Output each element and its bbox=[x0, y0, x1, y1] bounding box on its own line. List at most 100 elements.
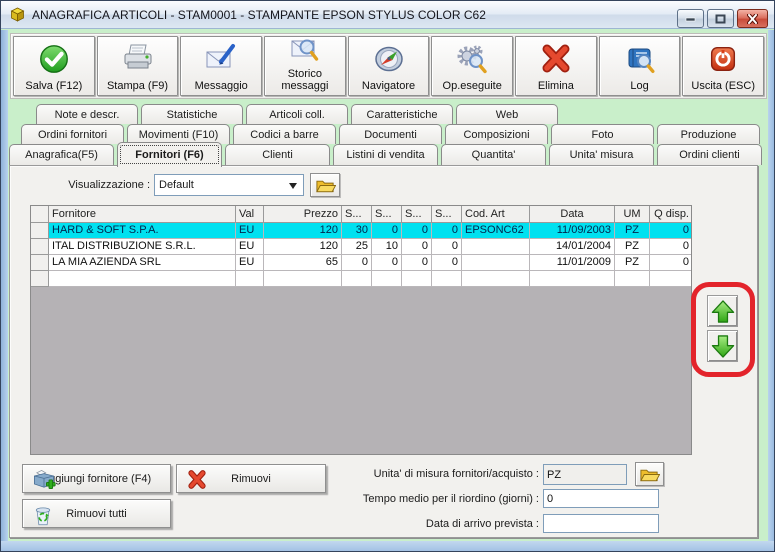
tab-caratteristiche[interactable]: Caratteristiche bbox=[351, 104, 453, 124]
grid-header-cell[interactable]: Q disp. bbox=[650, 206, 691, 223]
tab-articoli-coll[interactable]: Articoli coll. bbox=[246, 104, 348, 124]
unit-of-measure-field[interactable] bbox=[543, 464, 627, 485]
tab-codici-a-barre[interactable]: Codici a barre bbox=[233, 124, 336, 144]
grid-cell[interactable] bbox=[402, 271, 432, 287]
grid-header-cell[interactable]: Cod. Art bbox=[462, 206, 530, 223]
grid-cell[interactable]: 11/09/2003 bbox=[530, 223, 615, 239]
grid-cell[interactable]: EU bbox=[236, 223, 264, 239]
save-button[interactable]: Salva (F12) bbox=[13, 36, 95, 96]
grid-cell[interactable]: 14/01/2004 bbox=[530, 239, 615, 255]
grid-cell[interactable]: PZ bbox=[615, 239, 650, 255]
tab-note-e-descr[interactable]: Note e descr. bbox=[36, 104, 138, 124]
grid-cell[interactable]: LA MIA AZIENDA SRL bbox=[49, 255, 236, 271]
row-selector-cell[interactable] bbox=[31, 223, 49, 239]
unit-folder-button[interactable] bbox=[635, 462, 664, 486]
grid-cell[interactable]: 120 bbox=[264, 239, 342, 255]
grid-cell[interactable]: 120 bbox=[264, 223, 342, 239]
table-row[interactable] bbox=[31, 271, 691, 287]
grid-cell[interactable] bbox=[342, 271, 372, 287]
grid-cell[interactable] bbox=[650, 271, 691, 287]
grid-cell[interactable]: EPSONC62 bbox=[462, 223, 530, 239]
table-row[interactable]: HARD & SOFT S.P.A. EU 120 30 0 0 0 EPSONC62 11/0… bbox=[31, 223, 691, 239]
grid-cell[interactable]: 0 bbox=[402, 255, 432, 271]
grid-cell[interactable]: 25 bbox=[342, 239, 372, 255]
tab-fornitori[interactable]: Fornitori (F6) bbox=[117, 142, 222, 167]
grid-cell[interactable]: 0 bbox=[402, 223, 432, 239]
move-down-button[interactable] bbox=[707, 330, 738, 362]
grid-header-cell[interactable]: Prezzo bbox=[264, 206, 342, 223]
navigator-button[interactable]: Navigatore bbox=[347, 36, 430, 96]
tab-listini-di-vendita[interactable]: Listini di vendita bbox=[333, 144, 438, 165]
reorder-time-field[interactable] bbox=[543, 489, 659, 508]
grid-cell[interactable]: 0 bbox=[650, 239, 691, 255]
remove-all-button[interactable]: Rimuovi tutti bbox=[22, 499, 171, 528]
tab-produzione[interactable]: Produzione bbox=[657, 124, 760, 144]
grid-header-cell[interactable]: UM bbox=[615, 206, 650, 223]
grid-cell[interactable] bbox=[264, 271, 342, 287]
tab-web[interactable]: Web bbox=[456, 104, 558, 124]
grid-cell[interactable]: HARD & SOFT S.P.A. bbox=[49, 223, 236, 239]
grid-cell[interactable]: 0 bbox=[650, 255, 691, 271]
grid-cell[interactable]: PZ bbox=[615, 223, 650, 239]
row-selector-cell[interactable] bbox=[31, 271, 49, 287]
grid-cell[interactable]: 11/01/2009 bbox=[530, 255, 615, 271]
grid-cell[interactable]: 30 bbox=[342, 223, 372, 239]
move-up-button[interactable] bbox=[707, 295, 738, 327]
grid-cell[interactable]: ITAL DISTRIBUZIONE S.R.L. bbox=[49, 239, 236, 255]
tab-foto[interactable]: Foto bbox=[551, 124, 654, 144]
grid-cell[interactable]: EU bbox=[236, 239, 264, 255]
grid-header-cell[interactable]: Fornitore bbox=[49, 206, 236, 223]
exit-button[interactable]: Uscita (ESC) bbox=[682, 36, 765, 96]
grid-cell[interactable] bbox=[615, 271, 650, 287]
grid-cell[interactable] bbox=[462, 239, 530, 255]
grid-cell[interactable]: 65 bbox=[264, 255, 342, 271]
grid-cell[interactable]: 0 bbox=[432, 223, 462, 239]
grid-cell[interactable]: 0 bbox=[650, 223, 691, 239]
visualizzazione-combobox[interactable]: Default bbox=[154, 174, 304, 196]
grid-cell[interactable]: EU bbox=[236, 255, 264, 271]
grid-header-cell[interactable]: S... bbox=[432, 206, 462, 223]
suppliers-table[interactable]: Fornitore Val Prezzo S... S... S... S... Cod. A… bbox=[30, 205, 692, 455]
minimize-button[interactable] bbox=[677, 9, 704, 28]
grid-cell[interactable] bbox=[372, 271, 402, 287]
grid-cell[interactable]: 0 bbox=[372, 255, 402, 271]
tab-clienti[interactable]: Clienti bbox=[225, 144, 330, 165]
message-button[interactable]: Messaggio bbox=[180, 36, 263, 96]
grid-header-cell[interactable]: S... bbox=[372, 206, 402, 223]
tab-unita-misura[interactable]: Unita' misura bbox=[549, 144, 654, 165]
grid-cell[interactable]: 0 bbox=[342, 255, 372, 271]
close-button[interactable] bbox=[737, 9, 768, 28]
grid-cell[interactable]: 0 bbox=[402, 239, 432, 255]
log-button[interactable]: Log bbox=[598, 36, 681, 96]
grid-cell[interactable] bbox=[49, 271, 236, 287]
grid-header-cell[interactable]: Data bbox=[530, 206, 615, 223]
delete-button[interactable]: Elimina bbox=[515, 36, 597, 96]
row-selector-cell[interactable] bbox=[31, 239, 49, 255]
grid-cell[interactable]: 10 bbox=[372, 239, 402, 255]
tab-anagrafica[interactable]: Anagrafica(F5) bbox=[9, 144, 114, 165]
row-selector-cell[interactable] bbox=[31, 255, 49, 271]
grid-cell[interactable]: 0 bbox=[432, 255, 462, 271]
table-row[interactable]: ITAL DISTRIBUZIONE S.R.L. EU 120 25 10 0 0 14/0… bbox=[31, 239, 691, 255]
add-supplier-button[interactable]: Aggiungi fornitore (F4) bbox=[22, 464, 171, 493]
tab-documenti[interactable]: Documenti bbox=[339, 124, 442, 144]
view-folder-button[interactable] bbox=[310, 173, 340, 197]
maximize-button[interactable] bbox=[707, 9, 734, 28]
arrival-date-field[interactable] bbox=[543, 514, 659, 533]
tab-statistiche[interactable]: Statistiche bbox=[141, 104, 243, 124]
message-history-button[interactable]: Storico messaggi bbox=[264, 36, 346, 96]
table-row[interactable]: LA MIA AZIENDA SRL EU 65 0 0 0 0 11/01/2009 PZ 0 bbox=[31, 255, 691, 271]
tab-ordini-fornitori[interactable]: Ordini fornitori bbox=[21, 124, 124, 144]
grid-cell[interactable] bbox=[462, 271, 530, 287]
tab-ordini-clienti[interactable]: Ordini clienti bbox=[657, 144, 762, 165]
tab-quantita[interactable]: Quantita' bbox=[441, 144, 546, 165]
grid-cell[interactable]: 0 bbox=[372, 223, 402, 239]
grid-cell[interactable]: 0 bbox=[432, 239, 462, 255]
grid-header-cell[interactable]: Val bbox=[236, 206, 264, 223]
tab-movimenti[interactable]: Movimenti (F10) bbox=[127, 124, 230, 144]
grid-header-cell[interactable]: S... bbox=[342, 206, 372, 223]
grid-cell[interactable] bbox=[432, 271, 462, 287]
grid-cell[interactable] bbox=[236, 271, 264, 287]
grid-cell[interactable] bbox=[530, 271, 615, 287]
grid-header-cell[interactable] bbox=[31, 206, 49, 223]
